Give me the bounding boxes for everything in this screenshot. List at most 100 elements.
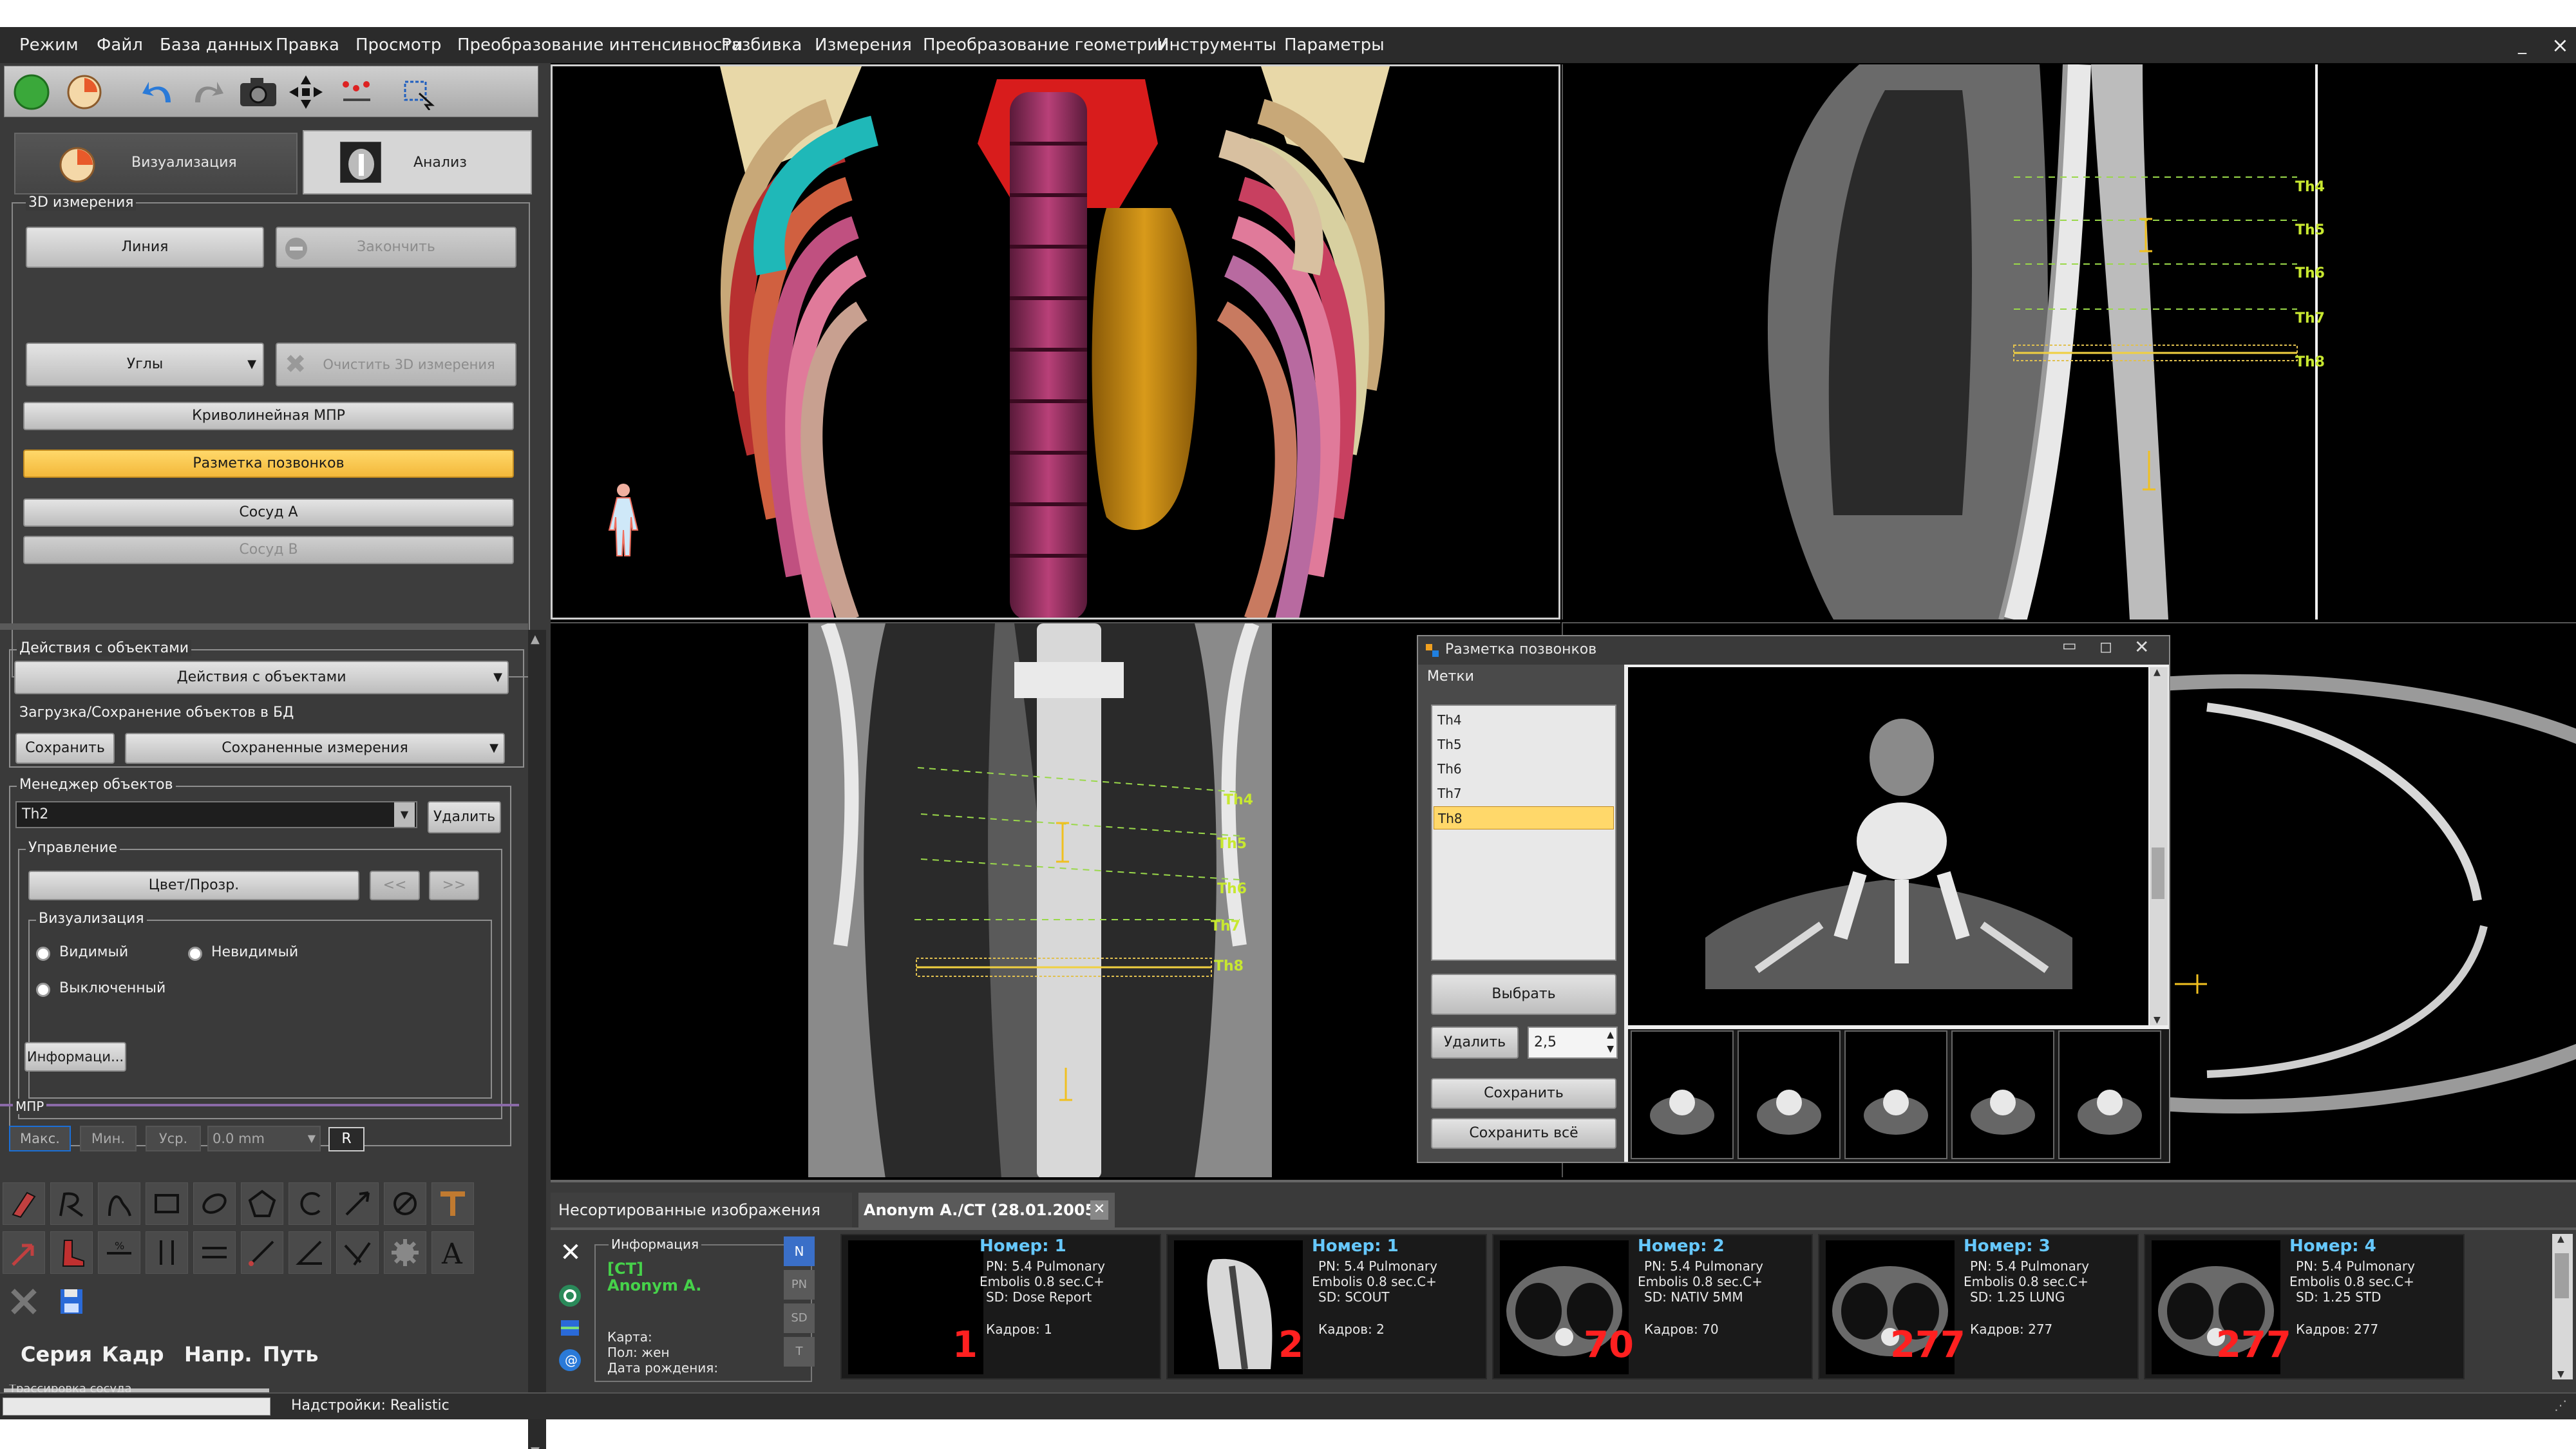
tab-visualization[interactable]: Визуализация (14, 133, 298, 194)
off-radio[interactable] (36, 983, 50, 997)
angle-icon[interactable] (289, 1231, 331, 1274)
color-opacity-button[interactable]: Цвет/Прозр. (28, 871, 359, 900)
menu-segmentation[interactable]: Разбивка (721, 32, 802, 58)
polygon-icon[interactable] (241, 1182, 283, 1225)
visible-radio[interactable] (36, 947, 50, 961)
series-scrollbar[interactable]: ▲ ▼ (2552, 1234, 2573, 1379)
delete-x-icon[interactable] (3, 1280, 45, 1323)
invisible-radio[interactable] (188, 947, 202, 961)
sort-pn-button[interactable]: PN (784, 1270, 815, 1300)
mpr-min-button[interactable]: Мин. (80, 1126, 137, 1151)
transfer-icon[interactable] (557, 1315, 583, 1341)
cobb-angle-icon[interactable] (336, 1231, 379, 1274)
line-button[interactable]: Линия (26, 227, 264, 268)
tab-analysis[interactable]: Анализ (303, 130, 532, 194)
boot-icon[interactable] (50, 1231, 93, 1274)
vessel-a-button[interactable]: Сосуд A (23, 498, 514, 527)
diagonal-icon[interactable] (241, 1231, 283, 1274)
info-button[interactable]: Информаци... (24, 1042, 126, 1072)
saved-measurements-dropdown[interactable]: Сохраненные измерения ▼ (125, 733, 505, 764)
scroll-down-icon[interactable]: ▼ (531, 1444, 540, 1449)
freehand-icon[interactable] (98, 1182, 140, 1225)
minimize-button[interactable]: _ (2518, 32, 2526, 58)
series-card[interactable]: Номер: 1 PN: 5.4 Pulmonary Embolis 0.8 s… (1166, 1234, 1487, 1379)
circle-cross-icon[interactable] (384, 1182, 426, 1225)
save-disk-icon[interactable] (50, 1280, 93, 1323)
object-select[interactable]: Th2 ▼ (15, 801, 417, 828)
scroll-up-icon[interactable]: ▲ (2557, 1234, 2564, 1244)
close-x-icon[interactable]: ✕ (554, 1236, 587, 1269)
scroll-thumb[interactable] (2555, 1253, 2569, 1298)
close-tab-icon[interactable]: ✕ (1090, 1200, 1108, 1220)
menu-database[interactable]: База данных (160, 32, 273, 58)
mpr-thickness-field[interactable]: 0.0 mm ▼ (207, 1126, 321, 1151)
menu-view[interactable]: Просмотр (355, 32, 441, 58)
menu-mode[interactable]: Режим (19, 32, 79, 58)
thumbnail[interactable] (1738, 1030, 1841, 1159)
panel-splitter[interactable] (0, 623, 528, 630)
scroll-down-icon[interactable]: ▼ (2154, 1015, 2161, 1025)
series-card[interactable]: Номер: 3 PN: 5.4 Pulmonary Embolis 0.8 s… (1818, 1234, 2139, 1379)
tab-frame[interactable]: Кадр (102, 1342, 164, 1367)
tab-unsorted-images[interactable]: Несортированные изображения (551, 1193, 852, 1227)
dialog-save-button[interactable]: Сохранить (1431, 1078, 1616, 1109)
menu-tools[interactable]: Инструменты (1157, 32, 1276, 58)
list-item[interactable]: Th5 (1434, 733, 1614, 756)
objects-actions-dropdown[interactable]: Действия с объектами ▼ (14, 661, 509, 694)
curved-mpr-button[interactable]: Криволинейная МПР (23, 402, 514, 430)
mpr-max-button[interactable]: Макс. (9, 1126, 71, 1151)
preview-scrollbar[interactable]: ▲ ▼ (2150, 667, 2168, 1025)
undo-icon[interactable] (140, 74, 178, 110)
dots-tool-icon[interactable] (338, 74, 377, 110)
menu-intensity-transform[interactable]: Преобразование интенсивности (457, 32, 743, 58)
step-spinner[interactable]: 2,5 ▲ ▼ (1528, 1027, 1618, 1059)
series-card[interactable]: Номер: 2 PN: 5.4 Pulmonary Embolis 0.8 s… (1492, 1234, 1813, 1379)
clear-3d-button[interactable]: ✖ Очистить 3D измерения (276, 343, 516, 386)
mpr-reset-button[interactable]: R (328, 1127, 365, 1151)
list-item[interactable]: Th7 (1434, 782, 1614, 805)
vertebra-marking-button[interactable]: Разметка позвонков (23, 450, 514, 478)
dialog-maximize-icon[interactable]: ◻ (2099, 638, 2112, 656)
thumbnail[interactable] (1631, 1030, 1734, 1159)
thumbnail[interactable] (1844, 1030, 1947, 1159)
list-item[interactable]: Th6 (1434, 757, 1614, 781)
refresh-icon[interactable] (557, 1283, 583, 1309)
viewport-coronal[interactable]: Th4 Th5 Th6 Th7 Th8 (551, 622, 1560, 1177)
db-save-button[interactable]: Сохранить (15, 733, 115, 764)
select-region-icon[interactable] (400, 74, 439, 110)
menu-geometry-transform[interactable]: Преобразование геометрии (923, 32, 1169, 58)
list-item[interactable]: Th4 (1434, 708, 1614, 732)
thumbnail[interactable] (2058, 1030, 2161, 1159)
curve-icon[interactable] (50, 1182, 93, 1225)
green-circle-icon[interactable] (12, 73, 51, 111)
tab-direction[interactable]: Напр. (184, 1342, 252, 1367)
tab-series[interactable]: Серия (21, 1342, 92, 1367)
dialog-save-all-button[interactable]: Сохранить всё (1431, 1118, 1616, 1149)
series-card[interactable]: Номер: 4 PN: 5.4 Pulmonary Embolis 0.8 s… (2144, 1234, 2465, 1379)
camera-icon[interactable] (238, 75, 279, 109)
rectangle-icon[interactable] (146, 1182, 188, 1225)
fit-arrows-icon[interactable] (287, 73, 325, 111)
close-button[interactable]: × (2552, 32, 2569, 58)
next-object-button[interactable]: >> (429, 871, 479, 900)
sort-t-button[interactable]: T (784, 1337, 815, 1367)
scroll-thumb[interactable] (2152, 848, 2164, 899)
thumbnail[interactable] (1951, 1030, 2054, 1159)
redo-icon[interactable] (187, 74, 226, 110)
prev-object-button[interactable]: << (370, 871, 420, 900)
scroll-up-icon[interactable]: ▲ (531, 632, 540, 646)
tab-path[interactable]: Путь (263, 1342, 318, 1367)
mpr-avg-button[interactable]: Уср. (146, 1126, 201, 1151)
percent-icon[interactable]: % (98, 1231, 140, 1274)
angles-dropdown[interactable]: Углы ▼ (26, 343, 264, 386)
arc-icon[interactable] (289, 1182, 331, 1225)
arrow-icon[interactable] (3, 1231, 45, 1274)
parallel-lines-icon[interactable] (146, 1231, 188, 1274)
sort-sd-button[interactable]: SD (784, 1303, 815, 1333)
dialog-close-icon[interactable]: ✕ (2134, 636, 2149, 658)
finish-button[interactable]: Закончить (276, 227, 516, 268)
scroll-up-icon[interactable]: ▲ (2154, 667, 2161, 677)
menu-file[interactable]: Файл (97, 32, 143, 58)
ellipse-icon[interactable] (193, 1182, 236, 1225)
menu-measurements[interactable]: Измерения (815, 32, 912, 58)
